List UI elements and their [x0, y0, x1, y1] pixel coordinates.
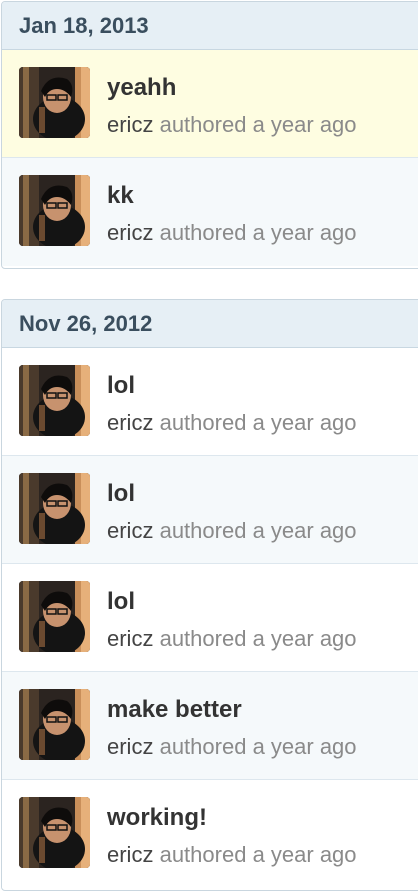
commit-time: a year ago	[252, 842, 357, 867]
commit-meta: ericz authored a year ago	[107, 842, 357, 868]
commit-message[interactable]: lol	[107, 480, 135, 508]
commit-row[interactable]: working! ericz authored a year ago	[2, 780, 418, 888]
author-action: authored	[159, 518, 247, 543]
avatar[interactable]	[19, 581, 90, 652]
avatar[interactable]	[19, 365, 90, 436]
commit-time: a year ago	[252, 626, 357, 651]
author-name[interactable]: ericz	[107, 734, 153, 759]
commit-message[interactable]: make better	[107, 696, 242, 724]
date-label: Jan 18, 2013	[19, 12, 149, 38]
commit-row[interactable]: yeahh ericz authored a year ago	[2, 50, 418, 158]
commit-row[interactable]: kk ericz authored a year ago	[2, 158, 418, 266]
author-name[interactable]: ericz	[107, 842, 153, 867]
author-name[interactable]: ericz	[107, 410, 153, 435]
commit-row[interactable]: lol ericz authored a year ago	[2, 564, 418, 672]
commit-time: a year ago	[252, 220, 357, 245]
author-action: authored	[159, 410, 247, 435]
avatar[interactable]	[19, 175, 90, 246]
author-action: authored	[159, 220, 247, 245]
author-action: authored	[159, 626, 247, 651]
author-name[interactable]: ericz	[107, 112, 153, 137]
commit-row[interactable]: lol ericz authored a year ago	[2, 348, 418, 456]
commit-meta: ericz authored a year ago	[107, 518, 357, 544]
date-header: Nov 26, 2012	[2, 300, 418, 348]
commit-message[interactable]: yeahh	[107, 74, 176, 102]
avatar[interactable]	[19, 689, 90, 760]
commit-meta: ericz authored a year ago	[107, 112, 357, 138]
avatar[interactable]	[19, 473, 90, 544]
commit-group: Jan 18, 2013 yeahh ericz authored a year…	[1, 1, 418, 269]
commit-group: Nov 26, 2012 lol ericz authored a year a…	[1, 299, 418, 891]
commit-time: a year ago	[252, 112, 357, 137]
commit-meta: ericz authored a year ago	[107, 410, 357, 436]
author-name[interactable]: ericz	[107, 220, 153, 245]
author-action: authored	[159, 112, 247, 137]
commit-time: a year ago	[252, 734, 357, 759]
commit-time: a year ago	[252, 410, 357, 435]
commit-message[interactable]: lol	[107, 372, 135, 400]
author-action: authored	[159, 734, 247, 759]
author-action: authored	[159, 842, 247, 867]
author-name[interactable]: ericz	[107, 626, 153, 651]
commit-meta: ericz authored a year ago	[107, 626, 357, 652]
commit-time: a year ago	[252, 518, 357, 543]
date-header: Jan 18, 2013	[2, 2, 418, 50]
commit-message[interactable]: kk	[107, 182, 134, 210]
commit-message[interactable]: working!	[107, 804, 207, 832]
commit-meta: ericz authored a year ago	[107, 734, 357, 760]
commit-message[interactable]: lol	[107, 588, 135, 616]
commit-row[interactable]: lol ericz authored a year ago	[2, 456, 418, 564]
commit-meta: ericz authored a year ago	[107, 220, 357, 246]
avatar[interactable]	[19, 67, 90, 138]
date-label: Nov 26, 2012	[19, 310, 153, 336]
author-name[interactable]: ericz	[107, 518, 153, 543]
avatar[interactable]	[19, 797, 90, 868]
commit-row[interactable]: make better ericz authored a year ago	[2, 672, 418, 780]
